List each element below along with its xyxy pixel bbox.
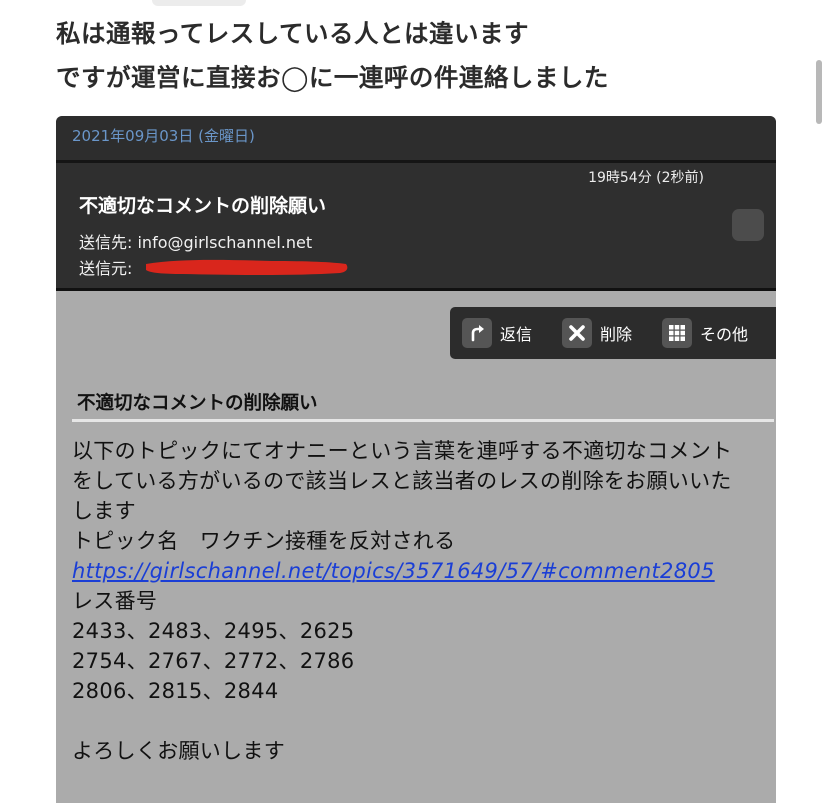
res-numbers-line-1: 2433、2483、2495、2625: [72, 619, 355, 643]
grid-icon: [662, 318, 693, 348]
res-numbers-line-2: 2754、2767、2772、2786: [72, 649, 355, 673]
body-line-1: 以下のトピックにてオナニーという言葉を連呼する不適切なコメント: [72, 439, 733, 463]
mail-header: 19時54分 (2秒前) 不適切なコメントの削除願い 送信先: info@gir…: [56, 163, 776, 291]
top-tab-stub: [152, 0, 246, 6]
mail-sender-label: 送信元:: [79, 259, 133, 278]
post-text: 私は通報ってレスしている人とは違います ですが運営に直接お◯に一連呼の件連絡しま…: [56, 12, 776, 100]
closing-line: よろしくお願いします: [72, 739, 285, 763]
post-line-1: 私は通報ってレスしている人とは違います: [56, 19, 530, 48]
more-label: その他: [700, 325, 749, 344]
scrollbar[interactable]: [816, 60, 822, 124]
topic-name-line: トピック名 ワクチン接種を反対される: [72, 529, 456, 553]
reply-label: 返信: [500, 325, 533, 344]
close-x-icon: [562, 318, 593, 348]
mail-time: 19時54分 (2秒前): [588, 170, 704, 186]
reply-button[interactable]: 返信: [462, 318, 532, 348]
post-line-2: ですが運営に直接お◯に一連呼の件連絡しました: [56, 63, 609, 92]
topic-link[interactable]: https://girlschannel.net/topics/3571649/…: [72, 556, 772, 586]
reply-arrow-icon: [462, 318, 492, 348]
body-subject: 不適切なコメントの削除願い: [77, 393, 318, 414]
more-button[interactable]: その他: [662, 318, 748, 348]
select-checkbox[interactable]: [732, 209, 764, 241]
body-line-3: します: [72, 499, 136, 523]
body-line-2: をしている方がいるので該当レスと該当者のレスの削除をお願いいた: [72, 469, 732, 493]
delete-label: 削除: [600, 325, 633, 344]
delete-button[interactable]: 削除: [562, 318, 632, 348]
body-text: 以下のトピックにてオナニーという言葉を連呼する不適切なコメント をしている方がい…: [72, 436, 772, 766]
mail-subject: 不適切なコメントの削除願い: [79, 195, 327, 217]
mail-date: 2021年09月03日 (金曜日): [56, 116, 776, 163]
page: 私は通報ってレスしている人とは違います ですが運営に直接お◯に一連呼の件連絡しま…: [0, 0, 828, 803]
res-number-label: レス番号: [72, 589, 158, 613]
action-bar: 返信 削除 その他: [450, 307, 776, 359]
mail-body: 返信 削除 その他 不適切なコメントの削除願い 以下のトピックにてオナニーという…: [56, 291, 776, 803]
mail-recipient: 送信先: info@girlschannel.net: [79, 233, 313, 252]
redaction-mark: [146, 259, 348, 275]
mail-screenshot: 2021年09月03日 (金曜日) 19時54分 (2秒前) 不適切なコメントの…: [56, 116, 776, 803]
body-divider: [72, 419, 774, 422]
res-numbers-line-3: 2806、2815、2844: [72, 679, 279, 703]
